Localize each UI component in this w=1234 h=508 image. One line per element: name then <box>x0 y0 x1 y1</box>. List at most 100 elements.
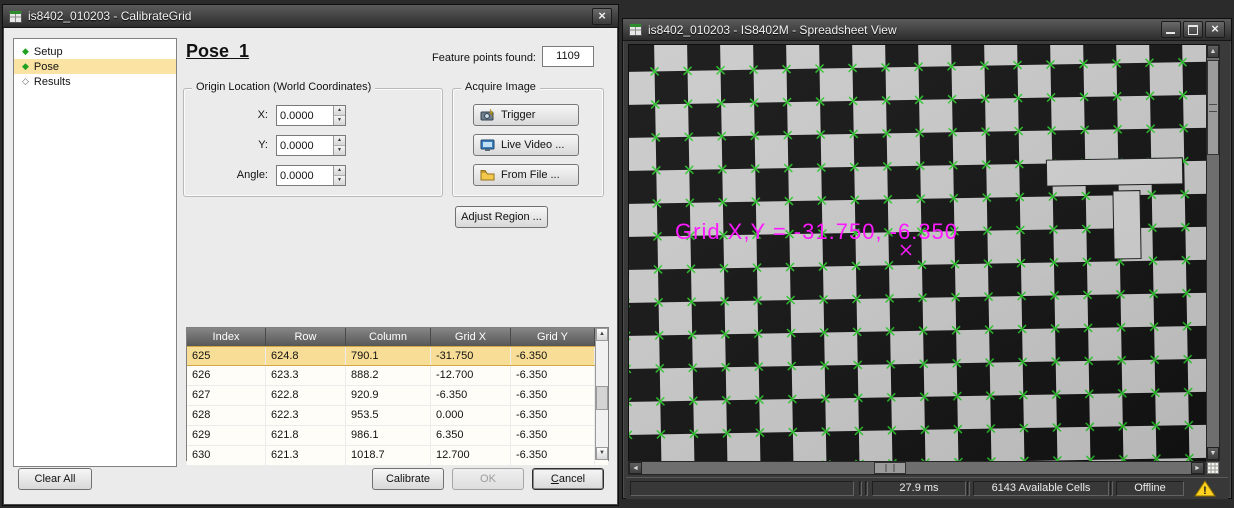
tree-item-results[interactable]: ◇ Results <box>14 74 176 89</box>
table-header: Index Row Column Grid X Grid Y <box>187 328 608 346</box>
cell-column: 986.1 <box>346 426 431 445</box>
cell-row: 622.8 <box>266 386 346 405</box>
cancel-button-label: Cancel <box>551 469 585 489</box>
vertical-scrollbar-thumb[interactable] <box>1207 60 1219 155</box>
scroll-down-icon[interactable]: ▼ <box>596 447 608 460</box>
table-scrollbar[interactable]: ▲ ▼ <box>595 328 608 460</box>
horizontal-scrollbar[interactable]: ◄ ► <box>628 461 1205 475</box>
scroll-up-icon[interactable]: ▲ <box>1207 45 1219 58</box>
scroll-left-icon[interactable]: ◄ <box>629 462 642 474</box>
table-row[interactable]: 630 621.3 1018.7 12.700 -6.350 <box>187 446 608 466</box>
cell-row: 624.8 <box>266 347 346 365</box>
adjust-region-button[interactable]: Adjust Region ... <box>455 206 548 228</box>
ok-button: OK <box>452 468 524 490</box>
cell-gridy: -6.350 <box>511 446 595 465</box>
angle-value-field[interactable] <box>277 166 333 185</box>
live-video-button[interactable]: Live Video ... <box>473 134 579 156</box>
tree-item-label: Setup <box>34 46 63 58</box>
cell-gridx: 0.000 <box>431 406 511 425</box>
spin-up-icon[interactable]: ▲ <box>334 106 345 116</box>
x-value-field[interactable] <box>277 106 333 125</box>
y-value-field[interactable] <box>277 136 333 155</box>
status-bar: 27.9 ms 6143 Available Cells Offline ! <box>626 477 1228 499</box>
trigger-button-label: Trigger <box>501 109 535 121</box>
svg-text:!: ! <box>1203 485 1207 497</box>
column-header: Row <box>266 328 346 346</box>
angle-input[interactable]: ▲ ▼ <box>276 165 346 186</box>
status-splitter <box>859 481 862 496</box>
column-header: Grid X <box>431 328 511 346</box>
cell-row: 622.3 <box>266 406 346 425</box>
spreadsheet-titlebar[interactable]: is8402_010203 - IS8402M - Spreadsheet Vi… <box>623 19 1231 41</box>
status-splitter <box>865 481 868 496</box>
column-header: Grid Y <box>511 328 595 346</box>
status-splitter <box>967 481 970 496</box>
cell-gridx: -6.350 <box>431 386 511 405</box>
cell-column: 1018.7 <box>346 446 431 465</box>
window-icon <box>629 23 642 36</box>
close-icon[interactable]: × <box>1205 21 1225 38</box>
table-row[interactable]: 628 622.3 953.5 0.000 -6.350 <box>187 406 608 426</box>
table-row[interactable]: 626 623.3 888.2 -12.700 -6.350 <box>187 366 608 386</box>
desktop: is8402_010203 - CalibrateGrid × ◆ Setup … <box>0 0 1234 508</box>
cell-gridx: -12.700 <box>431 366 511 385</box>
cell-gridy: -6.350 <box>511 347 595 365</box>
camera-image[interactable]: Grid X,Y = -31.750, -6.350 <box>629 45 1206 461</box>
x-input[interactable]: ▲ ▼ <box>276 105 346 126</box>
spin-down-icon[interactable]: ▼ <box>334 146 345 155</box>
y-label: Y: <box>184 139 268 151</box>
y-input[interactable]: ▲ ▼ <box>276 135 346 156</box>
table-scrollbar-thumb[interactable] <box>596 386 608 410</box>
spreadsheet-corner-icon[interactable] <box>1207 462 1219 474</box>
spin-up-icon[interactable]: ▲ <box>334 166 345 176</box>
table-row[interactable]: 629 621.8 986.1 6.350 -6.350 <box>187 426 608 446</box>
cancel-button[interactable]: Cancel <box>532 468 604 490</box>
cell-column: 888.2 <box>346 366 431 385</box>
step-status-icon: ◇ <box>22 77 29 86</box>
vertical-scrollbar[interactable]: ▲ ▼ <box>1206 44 1220 461</box>
cell-column: 790.1 <box>346 347 431 365</box>
minimize-icon[interactable] <box>1161 21 1181 38</box>
x-label: X: <box>184 109 268 121</box>
cell-index: 627 <box>187 386 266 405</box>
calibrate-grid-titlebar[interactable]: is8402_010203 - CalibrateGrid × <box>3 5 618 28</box>
grid-overlay-text: Grid X,Y = -31.750, -6.350 <box>675 219 958 244</box>
trigger-button[interactable]: Trigger <box>473 104 579 126</box>
scroll-down-icon[interactable]: ▼ <box>1207 447 1219 460</box>
maximize-icon[interactable] <box>1183 21 1203 38</box>
connection-status: Offline <box>1116 481 1184 496</box>
scroll-up-icon[interactable]: ▲ <box>596 328 608 341</box>
spin-up-icon[interactable]: ▲ <box>334 136 345 146</box>
from-file-button[interactable]: From File ... <box>473 164 579 186</box>
tree-item-setup[interactable]: ◆ Setup <box>14 44 176 59</box>
clear-all-button[interactable]: Clear All <box>18 468 92 490</box>
acquire-image-group: Acquire Image Trigger Live Video ... Fro… <box>452 88 604 197</box>
corner-resize-area <box>1206 461 1220 475</box>
spin-down-icon[interactable]: ▼ <box>334 176 345 185</box>
horizontal-scrollbar-thumb[interactable] <box>874 462 906 474</box>
feature-points-value: 1109 <box>542 46 594 67</box>
acquire-image-group-title: Acquire Image <box>461 81 540 93</box>
angle-label: Angle: <box>184 169 268 181</box>
warning-icon[interactable]: ! <box>1194 480 1216 497</box>
cell-gridy: -6.350 <box>511 426 595 445</box>
tree-item-pose[interactable]: ◆ Pose <box>14 59 176 74</box>
spin-down-icon[interactable]: ▼ <box>334 116 345 125</box>
calibrate-button[interactable]: Calibrate <box>372 468 444 490</box>
cell-column: 953.5 <box>346 406 431 425</box>
origin-location-group-title: Origin Location (World Coordinates) <box>192 81 375 93</box>
cell-gridy: -6.350 <box>511 386 595 405</box>
step-status-icon: ◆ <box>22 47 29 56</box>
cell-index: 625 <box>187 347 266 365</box>
tree-item-label: Pose <box>34 61 59 73</box>
close-icon[interactable]: × <box>592 8 612 25</box>
column-header: Column <box>346 328 431 346</box>
table-row[interactable]: 625 624.8 790.1 -31.750 -6.350 <box>187 346 608 366</box>
table-row[interactable]: 627 622.8 920.9 -6.350 -6.350 <box>187 386 608 406</box>
camera-image-frame: Grid X,Y = -31.750, -6.350 <box>628 44 1207 462</box>
cell-gridx: -31.750 <box>431 347 511 365</box>
dialog-icon <box>9 10 22 23</box>
scroll-right-icon[interactable]: ► <box>1191 462 1204 474</box>
cell-column: 920.9 <box>346 386 431 405</box>
cell-gridy: -6.350 <box>511 366 595 385</box>
